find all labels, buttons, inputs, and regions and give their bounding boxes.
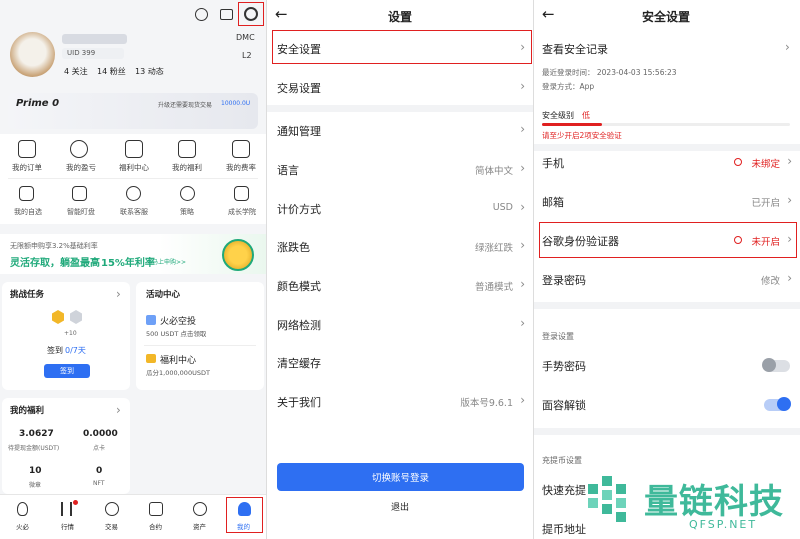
- prime-upgrade-text: 升级还需要现货交易: [158, 102, 213, 109]
- menu-grid: 我的订单 我的盈亏 福利中心 我的福利 我的费率 我的自选 智能盯盘 联系客服 …: [0, 134, 266, 224]
- welfare-points-label: 点卡: [93, 445, 106, 452]
- rocket-icon: [146, 315, 156, 325]
- support-icon[interactable]: [195, 8, 208, 21]
- savings-banner[interactable]: 无限额申购享3.2%基础利率 灵活存取，躺盈最高 15%年利率 马上申购>>: [0, 234, 266, 274]
- highlight-security: [272, 30, 532, 64]
- row-network-check[interactable]: 网络检测 ›: [267, 306, 533, 344]
- row-phone[interactable]: 手机 未绑定 ›: [534, 144, 800, 182]
- prime-amount: 10000.0U: [221, 100, 251, 107]
- row-quick-deposit[interactable]: 快速充提: [542, 482, 586, 498]
- l2-badge[interactable]: L2: [242, 51, 252, 60]
- candles-icon: [61, 502, 72, 516]
- market-dot: [73, 500, 78, 505]
- username-blurred: [62, 34, 127, 44]
- badge-locked-icon: [70, 310, 82, 324]
- activity-card: 活动中心 火必空投 500 USDT 点击领取 福利中心 瓜分1,000,000…: [136, 282, 264, 390]
- settings-panel: ← 设置 安全设置 › 交易设置 › 通知管理 › 语言 简体中文 › 计价方式 USD › …: [266, 0, 533, 539]
- row-withdraw-address[interactable]: 提币地址: [542, 521, 586, 537]
- section-deposit-withdraw: 充提币设置: [542, 456, 582, 465]
- row-notifications[interactable]: 通知管理 ›: [267, 112, 533, 150]
- gesture-toggle[interactable]: [762, 358, 790, 372]
- banner-link[interactable]: 马上申购>>: [152, 257, 186, 266]
- row-clear-cache[interactable]: 清空缓存: [267, 344, 533, 382]
- uid-chip[interactable]: UID 399: [62, 48, 124, 59]
- dmc-badge[interactable]: DMC: [236, 33, 255, 42]
- security-level-hint: 请至少开启2项安全验证: [542, 131, 622, 140]
- welfare-nft-label: NFT: [93, 480, 105, 487]
- gift-icon: [146, 354, 156, 363]
- highlight-settings: [238, 2, 264, 26]
- coin-illustration-icon: [222, 239, 254, 271]
- profile-panel: UID 399 DMC L2 4 关注 14 粉丝 13 动态 Prime 0 …: [0, 0, 266, 539]
- welfare-cash-label: 待提现金额(USDT): [8, 445, 60, 452]
- prime-title: Prime 0: [16, 98, 60, 109]
- challenge-signin-label: 签到: [47, 346, 63, 355]
- stat-followers[interactable]: 14 粉丝: [97, 66, 126, 77]
- swap-icon: [105, 502, 119, 516]
- stat-posts[interactable]: 13 动态: [135, 66, 164, 77]
- switch-account-button[interactable]: 切换账号登录: [277, 463, 524, 491]
- welfare-medals-label: 微章: [29, 482, 42, 489]
- welfare-medals-value: 10: [29, 466, 42, 476]
- security-level-bar: [542, 123, 790, 126]
- security-level-label: 安全级别: [542, 111, 574, 120]
- banner-subtext: 无限额申购享3.2%基础利率: [10, 242, 98, 250]
- warning-icon: [734, 158, 742, 166]
- row-about[interactable]: 关于我们 版本号9.6.1 ›: [267, 383, 533, 421]
- watermark-domain: QFSP.NET: [689, 518, 758, 531]
- menu-divider: [8, 178, 258, 179]
- row-login-password[interactable]: 登录密码 修改 ›: [534, 261, 800, 299]
- highlight-me: [226, 497, 263, 533]
- row-email[interactable]: 邮箱 已开启 ›: [534, 183, 800, 221]
- flame-icon: [17, 502, 28, 516]
- signin-button[interactable]: 签到: [44, 364, 90, 378]
- settings-title: 设置: [388, 10, 413, 24]
- section-login-settings: 登录设置: [542, 332, 574, 341]
- challenge-title: 挑战任务: [10, 290, 45, 300]
- face-unlock-toggle[interactable]: [764, 397, 791, 411]
- avatar[interactable]: [10, 32, 55, 77]
- highlight-google-auth: [539, 222, 797, 258]
- welfare-title: 我的福利: [10, 406, 45, 416]
- security-title: 安全设置: [642, 10, 691, 24]
- badge-icon: [52, 310, 64, 324]
- welfare-points-value: 0.0000: [83, 429, 118, 439]
- challenge-progress: 0/7天: [65, 346, 86, 355]
- uid-label: UID 399: [67, 49, 96, 57]
- last-login-time: 最近登录时间： 2023-04-03 15:56:23: [542, 68, 677, 77]
- section-divider: [267, 105, 533, 112]
- logout-button[interactable]: 退出: [391, 500, 409, 513]
- welfare-cash-value: 3.0627: [19, 429, 54, 439]
- assets-icon: [193, 502, 207, 516]
- row-trade-settings[interactable]: 交易设置 ›: [267, 69, 533, 107]
- welfare-nft-value: 0: [96, 466, 103, 476]
- section-divider: [534, 302, 800, 309]
- futures-icon: [149, 502, 163, 516]
- security-panel: ← 安全设置 查看安全记录 › 最近登录时间： 2023-04-03 15:56…: [533, 0, 800, 539]
- security-level-value: 低: [582, 111, 590, 120]
- welfare-card[interactable]: 我的福利 › 3.0627 待提现金额(USDT) 0.0000 点卡 10 微…: [2, 398, 130, 494]
- challenge-points: +10: [64, 330, 77, 337]
- challenge-card[interactable]: 挑战任务 › +10 签到 0/7天 签到: [2, 282, 130, 390]
- message-icon[interactable]: [220, 9, 233, 20]
- banner-rate: 15%年利率: [101, 258, 155, 269]
- row-color-direction[interactable]: 涨跌色 绿涨红跌 ›: [267, 228, 533, 266]
- row-currency[interactable]: 计价方式 USD ›: [267, 190, 533, 228]
- activity-title: 活动中心: [146, 290, 181, 300]
- watermark-text: 量链科技: [644, 482, 784, 522]
- stat-following[interactable]: 4 关注: [64, 66, 88, 77]
- prime-card[interactable]: Prime 0 升级还需要现货交易 10000.0U: [8, 93, 258, 129]
- back-arrow-icon[interactable]: ←: [275, 5, 288, 23]
- row-language[interactable]: 语言 简体中文 ›: [267, 151, 533, 189]
- back-arrow-icon[interactable]: ←: [542, 5, 555, 23]
- row-color-mode[interactable]: 颜色模式 普通模式 ›: [267, 267, 533, 305]
- activity-divider: [144, 345, 256, 346]
- section-divider: [534, 428, 800, 435]
- login-method: 登录方式：App: [542, 82, 595, 91]
- watermark-logo: [584, 474, 636, 532]
- security-level-fill: [542, 123, 602, 126]
- banner-headline: 灵活存取，躺盈最高: [10, 258, 100, 269]
